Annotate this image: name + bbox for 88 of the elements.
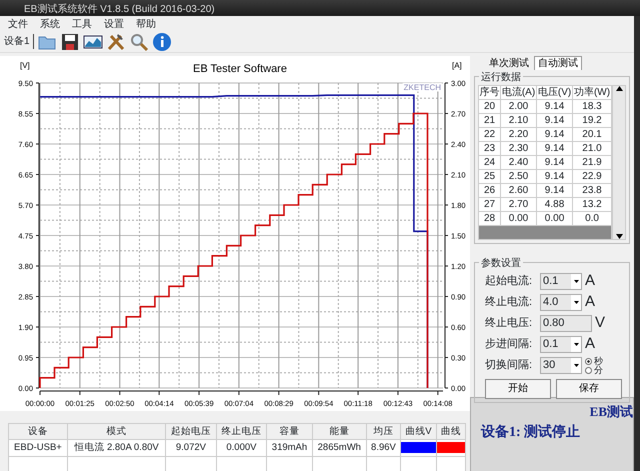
table-cell: 4.88 (536, 198, 573, 212)
radio-option[interactable]: 分 (585, 366, 603, 374)
table-cell: 319mAh (266, 440, 312, 456)
chart-title: EB Tester Software (193, 63, 287, 75)
table-cell: 2.00 (500, 100, 537, 114)
field-label: 终止电流: (485, 294, 534, 310)
column-header: 功率(W) (572, 86, 612, 100)
table-cell: 20 (478, 100, 501, 114)
menu-item[interactable]: 设置 (104, 17, 124, 30)
unit-label: A (585, 292, 596, 312)
dropdown[interactable]: 4.0 (540, 294, 582, 311)
radio-option[interactable]: 秒 (585, 356, 603, 366)
field-label: 步进间隔: (485, 337, 534, 352)
table-cell: 22 (478, 128, 501, 142)
table-cell: 25 (478, 170, 501, 184)
table-cell: 24 (478, 156, 501, 170)
menu-item[interactable]: 帮助 (136, 17, 156, 30)
table-cell: 2.70 (500, 198, 537, 212)
dropdown-arrow-icon[interactable] (574, 343, 578, 346)
table-cell: 9.072V (166, 440, 216, 456)
axis-unit: [A] (452, 61, 462, 70)
dropdown[interactable]: 30 (540, 357, 582, 374)
table-cell: 2.50 (500, 170, 537, 184)
table-cell: 27 (478, 198, 501, 212)
column-header: 终止电压 (216, 424, 267, 440)
table-cell: 2.20 (500, 128, 537, 142)
group-title: 参数设置 (479, 256, 523, 271)
column-header: 模式 (67, 424, 166, 440)
menu-item[interactable]: 工具 (72, 17, 92, 30)
column-header: 电压(V) (536, 86, 573, 100)
table-cell: 9.14 (536, 170, 573, 184)
field-label: 切换间隔: (485, 358, 534, 374)
table-cell: 21 (478, 114, 501, 128)
menu-item[interactable]: 系统 (40, 17, 60, 30)
table-cell: 23 (478, 142, 501, 156)
table-cell: EBD-USB+ (8, 440, 68, 456)
action-button[interactable]: 开始 (485, 378, 551, 398)
dropdown[interactable]: 0.1 (540, 336, 582, 353)
save-icon[interactable] (60, 32, 80, 52)
action-button[interactable]: 保存 (556, 378, 622, 398)
unit-label: A (585, 334, 596, 354)
scroll-up-icon[interactable] (616, 86, 622, 91)
table-cell: 9.14 (536, 114, 573, 128)
column-header: 均压 (366, 424, 401, 440)
column-header: 起始电压 (166, 424, 216, 440)
device-label: 设备1 (4, 34, 34, 49)
table-cell: 2.10 (500, 114, 537, 128)
status-brand: EB测试 (588, 403, 633, 421)
status-message: 设备1: 测试停止 (481, 423, 582, 442)
table-cell: 9.14 (536, 128, 573, 142)
axis-unit: [V] (20, 61, 30, 70)
table-cell: 2.60 (500, 184, 537, 198)
table-cell: 9.14 (536, 184, 573, 198)
dropdown-arrow-icon[interactable] (574, 364, 578, 367)
column-header: 序号 (478, 86, 501, 100)
table-cell: 9.14 (536, 156, 573, 170)
table-cell: 8.96V (366, 440, 401, 456)
column-header: 能量 (312, 424, 366, 440)
dropdown-arrow-icon[interactable] (574, 301, 578, 304)
unit-label: V (595, 313, 606, 334)
scroll-down-icon[interactable] (616, 234, 622, 239)
tab[interactable]: 自动测试 (534, 56, 582, 70)
table-cell: 2865mWh (312, 440, 366, 456)
window-title: EB测试系统软件 V1.8.5 (Build 2016-03-20) (24, 4, 215, 15)
column-header: 曲线V (400, 424, 436, 440)
dropdown-arrow-icon[interactable] (574, 280, 578, 283)
table-cell: 0.000V (216, 440, 267, 456)
table-cell: 2.40 (500, 156, 537, 170)
field-label: 终止电压: (485, 316, 534, 332)
unit-label: A (585, 271, 596, 292)
table-cell: 9.14 (536, 100, 573, 114)
dropdown[interactable]: 0.1 (540, 273, 582, 290)
column-header: 容量 (266, 424, 312, 440)
column-header: 曲线 (436, 424, 466, 440)
table-cell: 恒电流 2.80A 0.80V (67, 440, 166, 456)
tools-icon[interactable] (106, 32, 126, 52)
table-cell: 9.14 (536, 142, 573, 156)
input-field[interactable]: 0.80 (540, 315, 592, 332)
tab[interactable]: 单次测试 (486, 56, 532, 70)
menu-item[interactable]: 文件 (8, 17, 28, 30)
column-header: 设备 (8, 424, 68, 440)
field-label: 起始电流: (485, 274, 534, 290)
info-icon[interactable] (152, 32, 172, 52)
table-cell: 2.30 (500, 142, 537, 156)
table-cell: 26 (478, 184, 501, 198)
column-header: 电流(A) (500, 86, 537, 100)
scrollbar[interactable] (612, 85, 626, 240)
search-icon[interactable] (128, 32, 149, 52)
